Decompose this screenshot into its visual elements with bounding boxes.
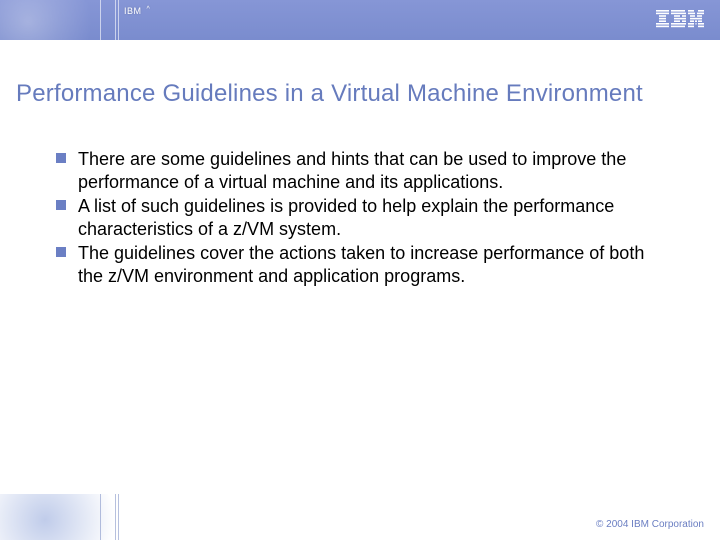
- bullet-text: There are some guidelines and hints that…: [78, 149, 626, 192]
- bullet-marker-icon: [56, 247, 66, 257]
- slide-body: There are some guidelines and hints that…: [56, 148, 664, 289]
- footer-divider: [100, 494, 101, 540]
- bullet-marker-icon: [56, 153, 66, 163]
- footer-decoration: [0, 494, 220, 540]
- slide: IBM ^: [0, 0, 720, 540]
- copyright-text: © 2004 IBM Corporation: [596, 519, 704, 530]
- bullet-text: A list of such guidelines is provided to…: [78, 196, 614, 239]
- header-badge-suffix: ^: [147, 6, 151, 13]
- bullet-item: There are some guidelines and hints that…: [56, 148, 664, 193]
- footer-divider: [118, 494, 119, 540]
- bullet-item: A list of such guidelines is provided to…: [56, 195, 664, 240]
- bullet-marker-icon: [56, 200, 66, 210]
- footer-bar: © 2004 IBM Corporation: [0, 494, 720, 540]
- header-divider: [115, 0, 116, 40]
- header-divider: [118, 0, 119, 40]
- slide-title: Performance Guidelines in a Virtual Mach…: [16, 80, 704, 108]
- header-bar: IBM ^: [0, 0, 720, 40]
- header-badge: IBM ^: [124, 6, 148, 16]
- header-divider: [100, 0, 101, 40]
- footer-divider: [115, 494, 116, 540]
- bullet-text: The guidelines cover the actions taken t…: [78, 243, 644, 286]
- header-badge-prefix: IBM: [124, 6, 142, 16]
- ibm-logo-icon: [656, 10, 704, 33]
- bullet-item: The guidelines cover the actions taken t…: [56, 242, 664, 287]
